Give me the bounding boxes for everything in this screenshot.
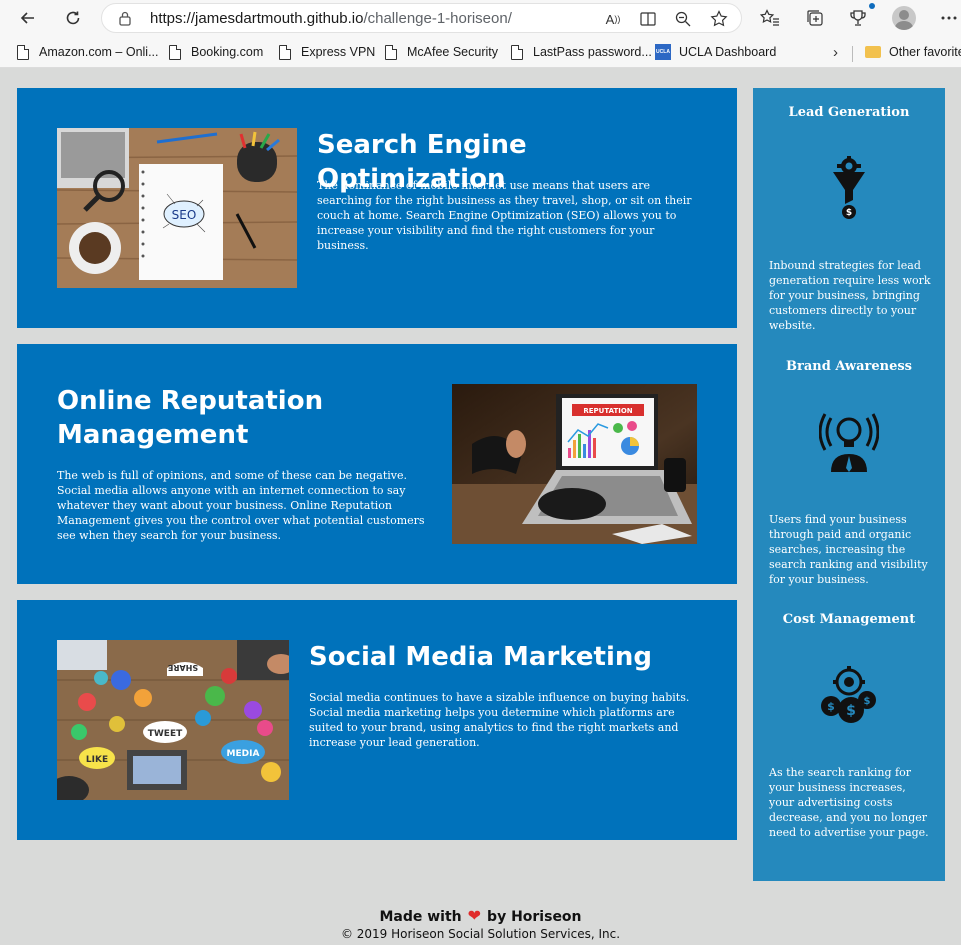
benefit-title: Lead Generation: [788, 105, 910, 120]
address-bar[interactable]: https://jamesdartmouth.github.io/challen…: [101, 3, 742, 33]
benefit-body: As the search ranking for your business …: [769, 766, 929, 839]
bookmark-lastpass[interactable]: LastPass password...: [511, 42, 652, 62]
browser-toolbar: https://jamesdartmouth.github.io/challen…: [0, 0, 961, 36]
url-path: /challenge-1-horiseon/: [363, 10, 512, 27]
like-bubble-text: LIKE: [86, 755, 108, 765]
svg-text:$: $: [846, 703, 856, 719]
reputation-section: Online Reputation Management The web is …: [17, 344, 737, 584]
read-aloud-icon[interactable]: A)): [604, 10, 622, 28]
benefit-title: Cost Management: [782, 612, 916, 627]
bookmark-ucla[interactable]: UCLA UCLA Dashboard: [655, 42, 776, 62]
ucla-logo-icon: UCLA: [655, 44, 671, 60]
social-media-section: SHARE TWEET LIKE MEDIA Social Media Mark…: [17, 600, 737, 840]
add-favorite-icon[interactable]: [710, 10, 728, 28]
bookmark-label: Express VPN: [301, 45, 376, 59]
bookmark-label: LastPass password...: [533, 45, 652, 59]
reputation-body: The web is full of opinions, and some of…: [57, 469, 425, 542]
rewards-trophy-icon[interactable]: [847, 7, 869, 29]
bookmark-label: Booking.com: [191, 45, 264, 59]
refresh-icon: [66, 11, 80, 25]
benefit-title: Brand Awareness: [786, 359, 912, 374]
page-icon: [169, 44, 181, 60]
brand-awareness-lightbulb-icon: [818, 410, 880, 474]
url-host: https://jamesdartmouth.github.io: [150, 10, 364, 27]
notification-dot: [869, 3, 875, 9]
more-menu-icon[interactable]: [938, 7, 960, 29]
lead-generation-funnel-icon: $: [819, 156, 879, 220]
cost-management-coins-icon: $ $ $: [819, 662, 879, 726]
seo-section: SEO Search Engine Optimization The domin…: [17, 88, 737, 328]
lock-icon: [119, 11, 131, 26]
reputation-image: REPUTATION: [452, 384, 697, 544]
reputation-image-text: REPUTATION: [583, 407, 632, 415]
page-icon: [511, 44, 523, 60]
made-with-text: Made with: [379, 909, 462, 925]
by-horiseon-text: by Horiseon: [487, 909, 582, 925]
favorites-bar: Amazon.com – Onli... Booking.com Express…: [0, 36, 961, 68]
benefits-sidebar: Lead Generation $ Inbound strategies for…: [753, 88, 945, 881]
seo-image: SEO: [57, 128, 297, 288]
media-bubble-text: MEDIA: [227, 749, 260, 759]
bookmark-label: UCLA Dashboard: [679, 45, 777, 59]
reputation-title: Online Reputation Management: [57, 386, 324, 450]
social-media-body: Social media continues to have a sizable…: [309, 691, 690, 749]
footer-credit: Made with ❤ by Horiseon: [0, 906, 961, 927]
collections-icon[interactable]: [804, 7, 826, 29]
social-media-title: Social Media Marketing: [309, 642, 652, 672]
bookmark-booking[interactable]: Booking.com: [169, 42, 263, 62]
bookmark-amazon[interactable]: Amazon.com – Onli...: [17, 42, 159, 62]
svg-text:$: $: [846, 208, 852, 218]
benefit-body: Users find your business through paid an…: [769, 513, 928, 586]
bookmark-other-favorites[interactable]: Other favorite: [865, 42, 961, 62]
read-aloud-label: A: [605, 11, 615, 27]
url-text[interactable]: https://jamesdartmouth.github.io/challen…: [150, 10, 512, 27]
seo-body: The dominance of mobile internet use mea…: [317, 179, 692, 252]
svg-text:$: $: [827, 700, 835, 713]
bookmark-label: Amazon.com – Onli...: [39, 45, 159, 59]
page-footer: Made with ❤ by Horiseon © 2019 Horiseon So…: [0, 906, 961, 941]
back-button[interactable]: [15, 5, 41, 31]
share-bubble-text: SHARE: [168, 663, 198, 672]
seo-image-text: SEO: [172, 208, 197, 222]
profile-avatar[interactable]: [892, 6, 916, 30]
bookmarks-divider: [852, 46, 853, 62]
footer-copyright: © 2019 Horiseon Social Solution Services…: [340, 927, 621, 941]
bookmark-expressvpn[interactable]: Express VPN: [279, 42, 375, 62]
social-media-image: SHARE TWEET LIKE MEDIA: [57, 640, 289, 800]
bookmark-label: Other favorite: [889, 45, 961, 59]
back-arrow-icon: [20, 12, 34, 24]
folder-icon: [865, 46, 881, 58]
tweet-bubble-text: TWEET: [148, 729, 183, 739]
bookmark-mcafee[interactable]: McAfee Security: [385, 42, 498, 62]
refresh-button[interactable]: [60, 5, 86, 31]
page-icon: [17, 44, 29, 60]
more-bookmarks-chevron-icon[interactable]: ›: [833, 44, 838, 61]
benefit-body: Inbound strategies for lead generation r…: [769, 259, 931, 332]
page-icon: [279, 44, 291, 60]
immersive-reader-icon[interactable]: [639, 10, 657, 28]
zoom-out-icon[interactable]: [674, 10, 692, 28]
heart-icon: ❤: [467, 906, 482, 925]
svg-text:$: $: [864, 696, 871, 707]
page-icon: [385, 44, 397, 60]
favorites-icon[interactable]: [759, 7, 781, 29]
bookmark-label: McAfee Security: [407, 45, 499, 59]
